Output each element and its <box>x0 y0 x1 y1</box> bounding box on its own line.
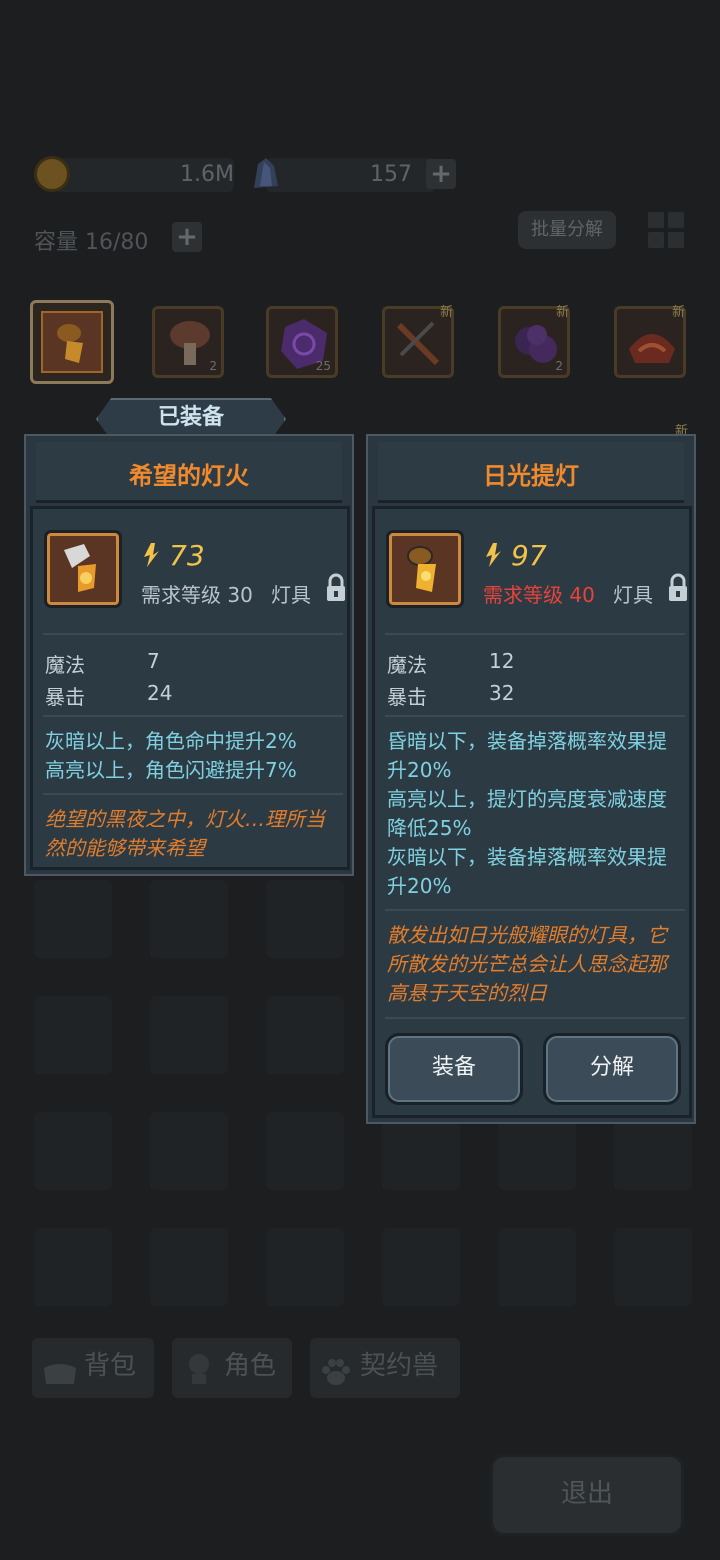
stat-label: 暴击 <box>387 685 427 709</box>
bulk-decompose-button[interactable]: 批量分解 <box>518 211 616 249</box>
crossbow-icon <box>391 315 447 375</box>
tab-label: 背包 <box>84 1351 137 1381</box>
selected-item-card: 日光提灯 97 需求等级 40 灯具 魔法 12 暴击 32 昏暗以下，装备掉落… <box>366 434 696 1124</box>
add-capacity-button[interactable]: + <box>172 222 202 252</box>
effect-text: 高亮以上，提灯的亮度衰减速度降低25% <box>387 787 667 840</box>
lamp-icon <box>41 311 103 373</box>
stat-value: 32 <box>489 681 515 705</box>
paw-icon <box>320 1352 352 1385</box>
gold-amount: 1.6M <box>180 162 234 187</box>
tab-label: 契约兽 <box>360 1351 439 1381</box>
inventory-slot-6[interactable]: 新 <box>614 305 686 378</box>
decompose-button[interactable]: 分解 <box>543 1033 681 1105</box>
stat-value: 24 <box>147 681 173 705</box>
stat-label: 魔法 <box>45 653 85 677</box>
item-type: 灯具 <box>613 583 653 607</box>
red-helmet-icon <box>625 319 679 373</box>
tab-contract-beast[interactable]: 契约兽 <box>310 1338 460 1398</box>
item-icon <box>386 530 464 608</box>
power-icon <box>483 541 505 569</box>
inventory-slot-4[interactable]: 新 <box>382 305 454 378</box>
item-type: 灯具 <box>271 583 311 607</box>
item-icon <box>44 530 122 608</box>
tab-label: 角色 <box>224 1351 277 1381</box>
tab-character[interactable]: 角色 <box>172 1338 292 1398</box>
card-header: 日光提灯 <box>378 442 684 503</box>
item-power: 73 <box>169 539 205 572</box>
capacity-label: 容量 16/80 <box>34 230 149 255</box>
level-requirement: 需求等级 40 <box>483 583 595 607</box>
item-count: 25 <box>315 359 331 373</box>
item-power: 97 <box>511 539 547 572</box>
crystal-amount: 157 <box>370 162 412 187</box>
item-count: 2 <box>209 359 217 373</box>
gold-coin-icon <box>34 156 70 192</box>
bag-icon <box>40 1352 80 1384</box>
stat-label: 魔法 <box>387 653 427 677</box>
gold-counter: 1.6M <box>34 156 234 194</box>
item-count: 2 <box>555 359 563 373</box>
crystal-counter: 157 + <box>246 156 466 194</box>
tab-backpack[interactable]: 背包 <box>32 1338 154 1398</box>
inventory-slot-2[interactable]: 2 <box>152 306 224 378</box>
stat-label: 暴击 <box>45 685 85 709</box>
add-crystal-button[interactable]: + <box>426 159 456 189</box>
character-icon <box>184 1350 214 1384</box>
equipped-item-card: 希望的灯火 73 需求等级 30 灯具 魔法 7 暴击 24 灰暗以上，角色命中… <box>24 434 354 876</box>
effect-text: 高亮以上，角色闪避提升7% <box>45 758 297 782</box>
lore-text: 散发出如日光般耀眼的灯具，它所散发的光芒总会让人思念起那高悬于天空的烈日 <box>387 923 667 1005</box>
lore-text: 绝望的黑夜之中，灯火…理所当然的能够带来希望 <box>45 807 325 860</box>
new-badge: 新 <box>439 305 453 320</box>
mushroom-icon <box>165 317 215 373</box>
card-header: 希望的灯火 <box>36 442 342 503</box>
exit-button[interactable]: 退出 <box>490 1454 684 1536</box>
inventory-slot-1[interactable] <box>30 300 114 384</box>
stat-value: 7 <box>147 649 160 673</box>
inventory-slot-5[interactable]: 2 新 <box>498 305 570 378</box>
item-name: 日光提灯 <box>483 462 579 490</box>
inventory-slot-7-partial[interactable]: 新 <box>614 418 688 439</box>
stat-value: 12 <box>489 649 515 673</box>
crystal-icon <box>248 156 282 190</box>
card-body: 97 需求等级 40 灯具 魔法 12 暴击 32 昏暗以下，装备掉落概率效果提… <box>372 506 692 1118</box>
inventory-slot-3[interactable]: 25 <box>266 306 338 378</box>
effect-text: 灰暗以下，装备掉落概率效果提升20% <box>387 845 667 898</box>
effect-text: 昏暗以下，装备掉落概率效果提升20% <box>387 729 667 782</box>
item-name: 希望的灯火 <box>129 462 249 490</box>
level-requirement: 需求等级 30 <box>141 583 253 607</box>
lock-icon[interactable] <box>667 573 689 603</box>
new-badge: 新 <box>555 305 569 320</box>
card-body: 73 需求等级 30 灯具 魔法 7 暴击 24 灰暗以上，角色命中提升2% 高… <box>30 506 350 870</box>
power-icon <box>141 541 163 569</box>
new-badge: 新 <box>671 305 685 320</box>
effect-text: 灰暗以上，角色命中提升2% <box>45 729 297 753</box>
lock-icon[interactable] <box>325 573 347 603</box>
grid-view-button[interactable] <box>648 212 684 248</box>
equip-button[interactable]: 装备 <box>385 1033 523 1105</box>
